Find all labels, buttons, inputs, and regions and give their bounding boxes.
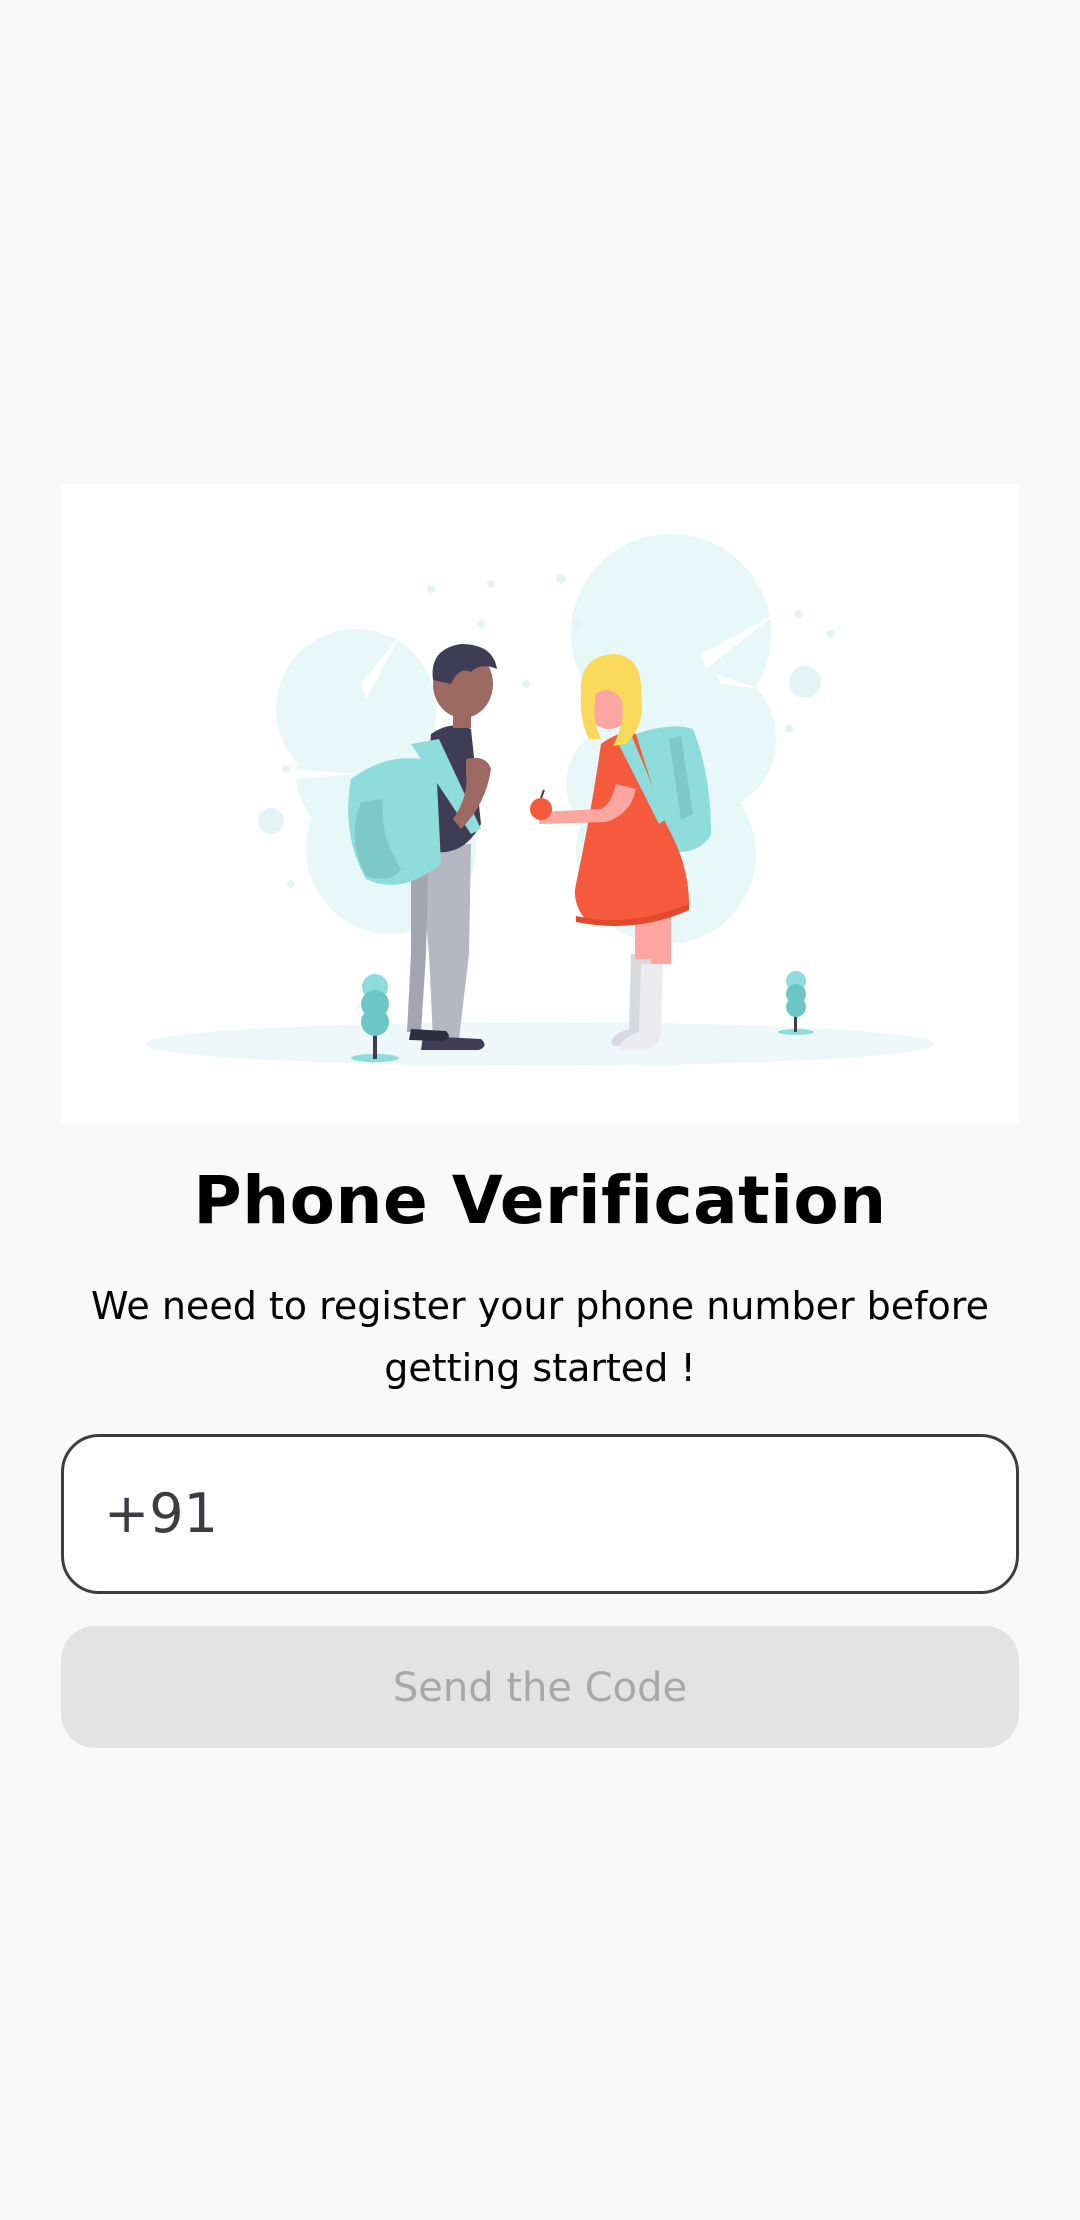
phone-number-field[interactable]: +91: [61, 1434, 1019, 1594]
kids-with-backpacks-illustration: [61, 484, 1019, 1123]
phone-verification-screen: Phone Verification We need to register y…: [0, 0, 1080, 2220]
send-code-button[interactable]: Send the Code: [61, 1626, 1019, 1748]
phone-number-input[interactable]: [214, 1437, 994, 1591]
country-code-prefix: +91: [104, 1482, 218, 1545]
page-subtitle: We need to register your phone number be…: [91, 1284, 989, 1390]
background-clouds: [276, 534, 776, 944]
page-title: Phone Verification: [193, 1162, 887, 1239]
illustration-svg: [145, 534, 935, 1066]
right-tree: [778, 971, 814, 1035]
